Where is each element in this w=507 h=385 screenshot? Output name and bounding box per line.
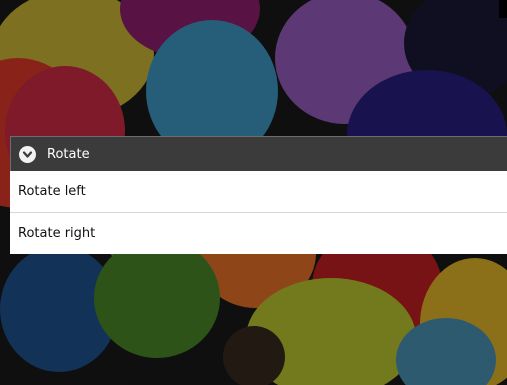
context-menu: Rotate Rotate left Rotate right [10,136,507,254]
menu-title: Rotate [47,147,90,162]
menu-item-label: Rotate left [18,184,86,199]
menu-header: Rotate [10,136,507,171]
screen: Rotate Rotate left Rotate right [0,0,507,385]
menu-item-rotate-left[interactable]: Rotate left [10,171,507,212]
status-bar-edge [499,0,507,18]
menu-item-label: Rotate right [18,226,96,241]
menu-body: Rotate left Rotate right [10,171,507,254]
chevron-down-circle-icon [19,146,36,163]
menu-item-rotate-right[interactable]: Rotate right [10,213,507,254]
